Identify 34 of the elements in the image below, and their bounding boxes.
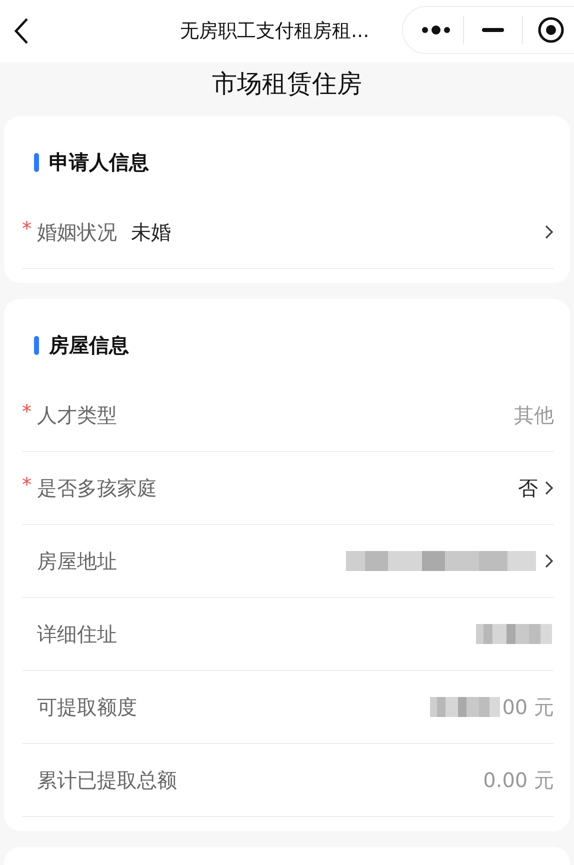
form-row[interactable]: * 婚姻状况 未婚 xyxy=(22,196,554,269)
field-label: 可提取额度 xyxy=(37,694,137,720)
chevron-icon[interactable] xyxy=(544,224,554,240)
close-icon[interactable] xyxy=(537,16,565,44)
field-label: 是否多孩家庭 xyxy=(37,474,157,502)
window-title: 无房职工支付租房租... xyxy=(180,19,370,44)
form-row[interactable]: 可提取额度 00 元 xyxy=(22,671,554,744)
field-label: 人才类型 xyxy=(37,402,117,428)
required-mark: * xyxy=(22,218,32,240)
accent-bar xyxy=(34,152,39,172)
accent-bar xyxy=(34,336,39,354)
form-row[interactable]: * 人才类型 其他 xyxy=(22,379,554,452)
field-label: 婚姻状况 xyxy=(37,218,117,246)
field-value: 0.00 元 xyxy=(483,766,554,794)
more-icon[interactable] xyxy=(422,25,450,35)
field-label: 累计已提取总额 xyxy=(37,766,177,794)
section-title: 房屋信息 xyxy=(49,332,129,358)
form-row[interactable]: 房屋地址 xyxy=(22,525,554,598)
section-title: 申请人信息 xyxy=(49,148,149,176)
form-row[interactable]: * 是否多孩家庭 否 xyxy=(22,452,554,525)
field-value: 否 xyxy=(518,474,538,502)
field-label: 详细住址 xyxy=(37,620,117,648)
field-value: 未婚 xyxy=(131,218,171,246)
form-row[interactable]: 详细住址 xyxy=(22,598,554,671)
required-mark: * xyxy=(22,474,32,496)
form-row[interactable]: 累计已提取总额 0.00 元 xyxy=(22,744,554,817)
page-title: 市场租赁住房 xyxy=(211,68,363,100)
minimize-icon[interactable] xyxy=(482,28,504,32)
required-mark: * xyxy=(22,401,32,423)
chevron-icon[interactable] xyxy=(544,553,554,569)
chevron-icon[interactable] xyxy=(544,480,554,496)
field-value: 00 元 xyxy=(502,694,554,720)
field-label: 房屋地址 xyxy=(37,548,117,574)
field-value: 其他 xyxy=(514,402,554,428)
